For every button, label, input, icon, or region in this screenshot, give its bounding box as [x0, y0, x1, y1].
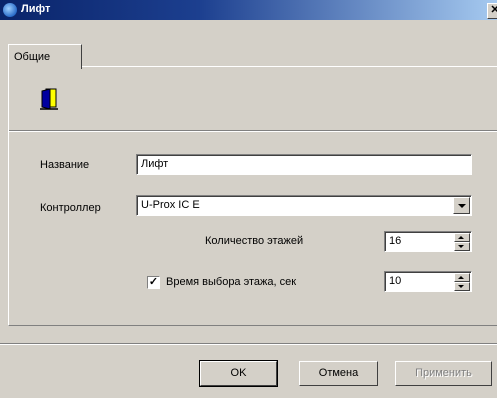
- app-globe-icon: [3, 3, 17, 17]
- chevron-down-icon: [458, 204, 466, 208]
- footer-separator: [0, 343, 497, 345]
- arrow-up-icon: [458, 236, 464, 239]
- arrow-down-icon: [458, 245, 464, 248]
- tab-general-label: Общие: [14, 51, 51, 63]
- controller-select[interactable]: U-Prox IC E: [136, 195, 472, 216]
- floor-time-spin-up-button[interactable]: [454, 273, 470, 282]
- ok-button[interactable]: OK: [199, 360, 278, 387]
- floors-spinner[interactable]: 16: [384, 231, 472, 252]
- controller-label: Контроллер: [40, 202, 101, 214]
- controller-dropdown-button[interactable]: [453, 197, 470, 214]
- floors-spin-down-button[interactable]: [454, 242, 470, 251]
- name-label: Название: [40, 159, 90, 171]
- floor-time-spinner[interactable]: 10: [384, 271, 472, 292]
- close-button[interactable]: ✕: [487, 3, 497, 19]
- arrow-up-icon: [458, 276, 464, 279]
- window-title: Лифт: [21, 3, 51, 15]
- cancel-button[interactable]: Отмена: [299, 361, 378, 386]
- floors-label: Количество этажей: [205, 235, 304, 247]
- title-bar: Лифт ✕: [0, 0, 497, 20]
- floors-spin-up-button[interactable]: [454, 233, 470, 242]
- apply-button[interactable]: Применить: [395, 361, 492, 386]
- floor-time-spin-down-button[interactable]: [454, 282, 470, 291]
- floor-time-label: Время выбора этажа, сек: [166, 276, 297, 288]
- name-input[interactable]: Лифт: [136, 154, 472, 175]
- floor-time-checkbox[interactable]: ✓: [147, 276, 160, 289]
- tab-general[interactable]: Общие: [8, 44, 82, 69]
- arrow-down-icon: [458, 285, 464, 288]
- header-separator: [9, 130, 497, 132]
- door-icon: [40, 88, 58, 110]
